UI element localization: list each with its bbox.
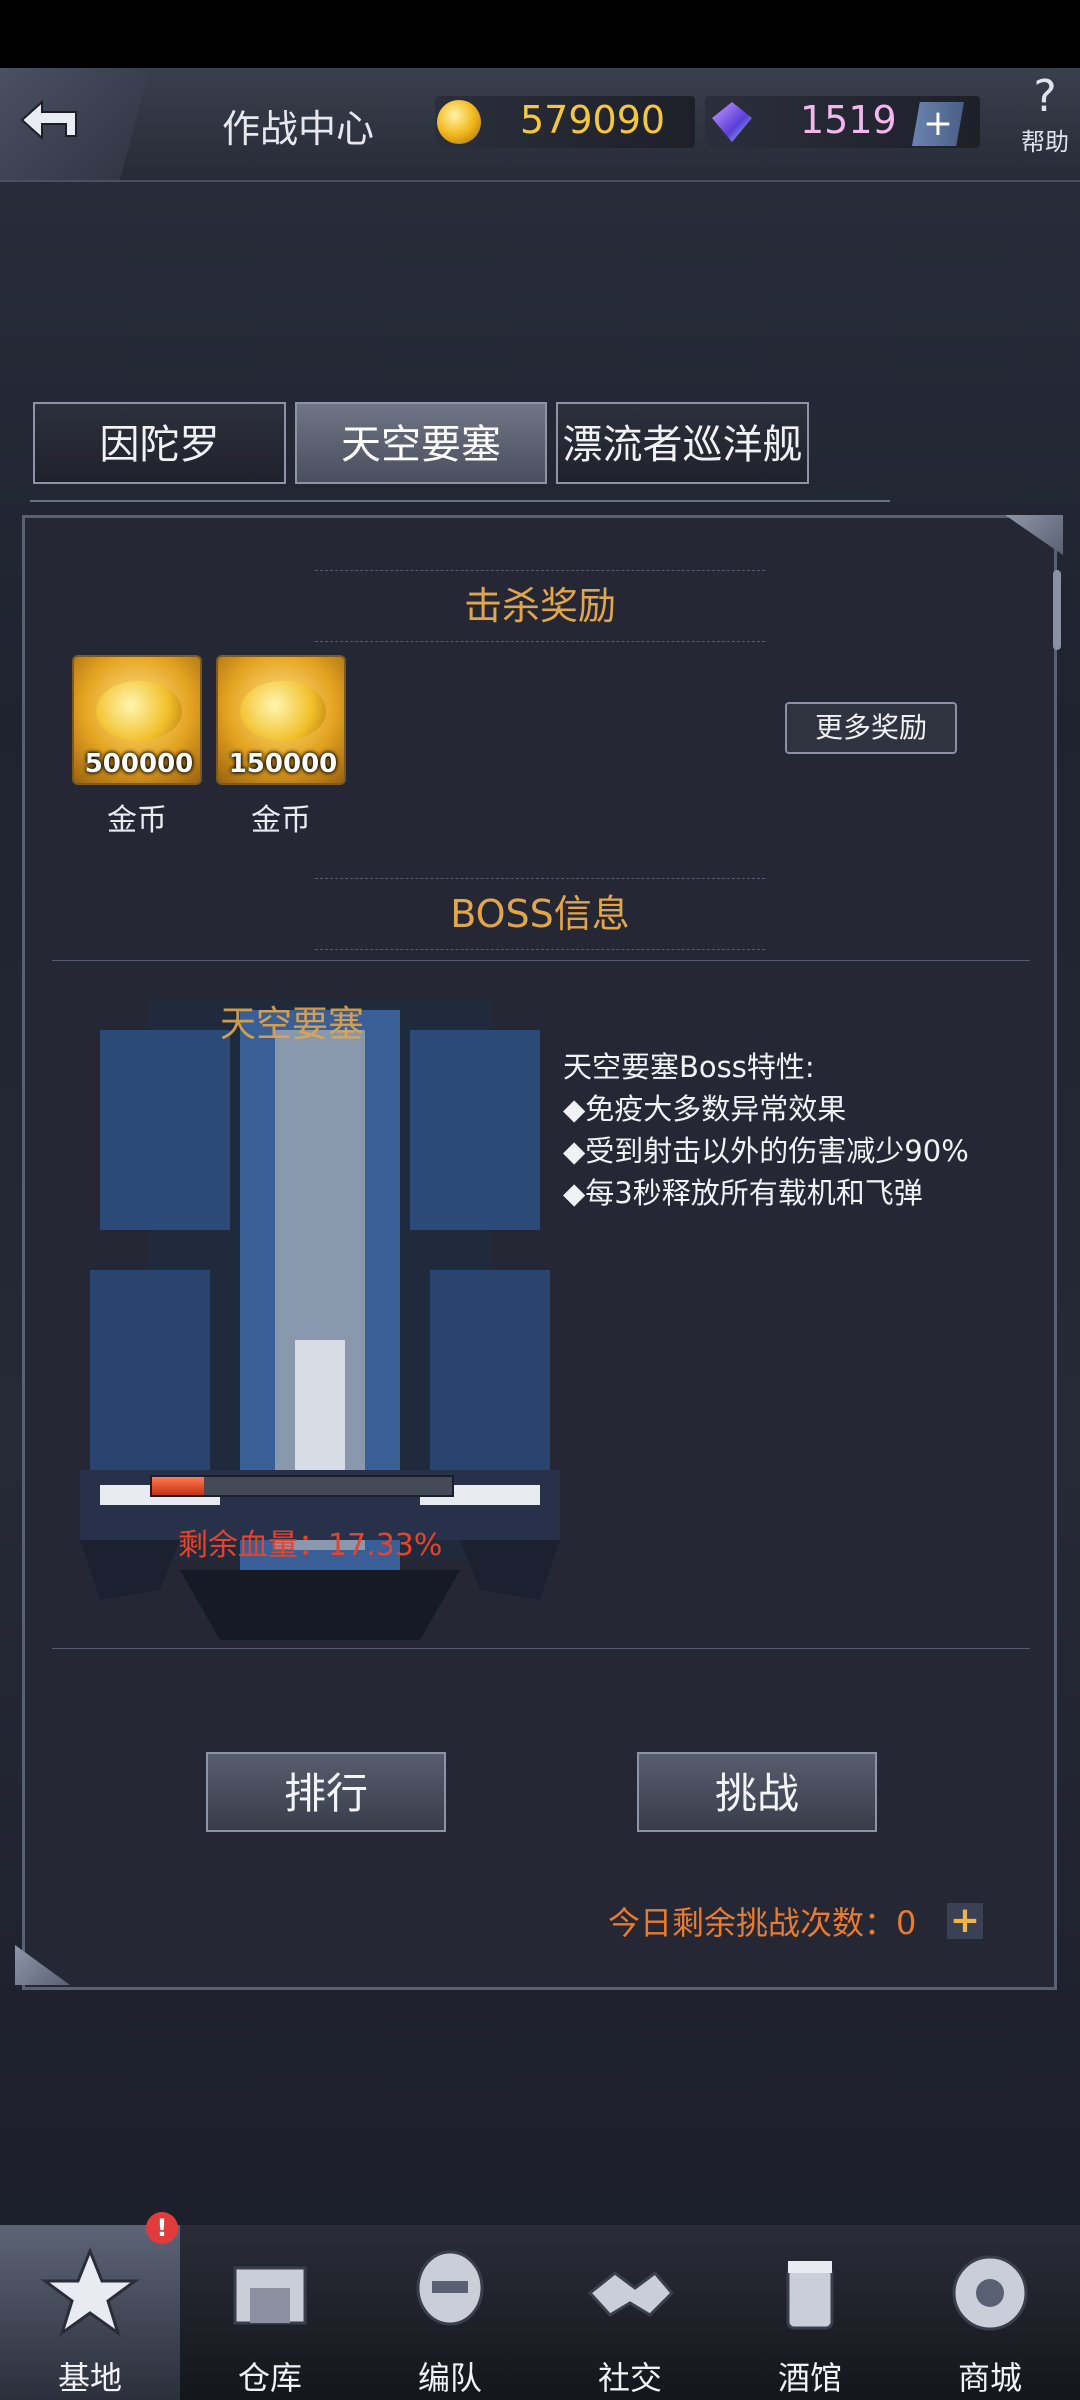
add-gems-button[interactable]: +	[912, 102, 964, 146]
nav-shop[interactable]: 商城	[900, 2225, 1080, 2400]
reward-item[interactable]: 500000	[72, 655, 202, 785]
gem-amount: 1519	[800, 98, 897, 142]
shop-icon	[952, 2255, 1028, 2331]
boss-trait-heading: 天空要塞Boss特性:	[563, 1050, 815, 1084]
gold-amount: 579090	[520, 98, 666, 142]
nav-base[interactable]: 基地	[0, 2225, 180, 2400]
tab-drifter-cruiser[interactable]: 漂流者巡洋舰	[556, 402, 809, 484]
kill-reward-title: 击杀奖励	[315, 570, 765, 642]
boss-trait: ◆免疫大多数异常效果	[563, 1092, 847, 1126]
boss-trait: ◆受到射击以外的伤害减少90%	[563, 1134, 969, 1168]
more-rewards-button[interactable]: 更多奖励	[785, 702, 957, 754]
help-icon: ?	[1033, 71, 1057, 122]
tab-sky-fortress[interactable]: 天空要塞	[295, 402, 547, 484]
boss-trait: ◆每3秒释放所有载机和飞弹	[563, 1176, 923, 1210]
status-bar	[0, 0, 1080, 68]
boss-hp-text: 剩余血量：17.33%	[178, 1528, 443, 1563]
nav-label: 仓库	[237, 2359, 302, 2397]
remaining-challenges-text: 今日剩余挑战次数：0	[608, 1904, 917, 1942]
boss-hp-bar	[150, 1475, 454, 1497]
reward-name: 金币	[251, 803, 311, 838]
help-button[interactable]: ? 帮助	[1010, 72, 1080, 172]
gold-coin-icon	[437, 100, 481, 144]
reward-amount: 150000	[228, 749, 338, 779]
gold-coins-icon	[240, 681, 326, 741]
reward-amount: 500000	[84, 749, 194, 779]
boss-info-title: BOSS信息	[315, 878, 765, 950]
base-icon	[40, 2246, 140, 2337]
nav-label: 编队	[417, 2359, 482, 2397]
nav-formation[interactable]: 编队	[360, 2225, 540, 2400]
back-arrow-icon	[20, 99, 77, 141]
nav-label: 酒馆	[777, 2359, 842, 2397]
nav-tavern[interactable]: 酒馆	[720, 2225, 900, 2400]
boss-hp-fill	[152, 1477, 204, 1495]
social-icon	[587, 2270, 675, 2317]
add-challenges-button[interactable]: +	[947, 1903, 983, 1939]
nav-label: 商城	[957, 2359, 1022, 2397]
notification-badge: !	[146, 2212, 178, 2244]
scrollbar[interactable]	[1053, 570, 1061, 650]
formation-icon	[416, 2250, 484, 2326]
tavern-icon	[786, 2261, 834, 2330]
challenge-button[interactable]: 挑战	[637, 1752, 877, 1832]
page-title: 作战中心	[222, 107, 375, 151]
tab-divider	[30, 500, 890, 502]
boss-name: 天空要塞	[220, 1004, 365, 1045]
tab-indra[interactable]: 因陀罗	[33, 402, 286, 484]
reward-item[interactable]: 150000	[216, 655, 346, 785]
warehouse-icon	[233, 2266, 307, 2325]
help-label: 帮助	[1021, 128, 1069, 156]
nav-warehouse[interactable]: 仓库	[180, 2225, 360, 2400]
nav-social[interactable]: 社交	[540, 2225, 720, 2400]
reward-name: 金币	[107, 803, 167, 838]
nav-label: 社交	[597, 2359, 662, 2397]
gold-coins-icon	[96, 681, 182, 741]
nav-label: 基地	[57, 2359, 122, 2397]
rank-button[interactable]: 排行	[206, 1752, 446, 1832]
